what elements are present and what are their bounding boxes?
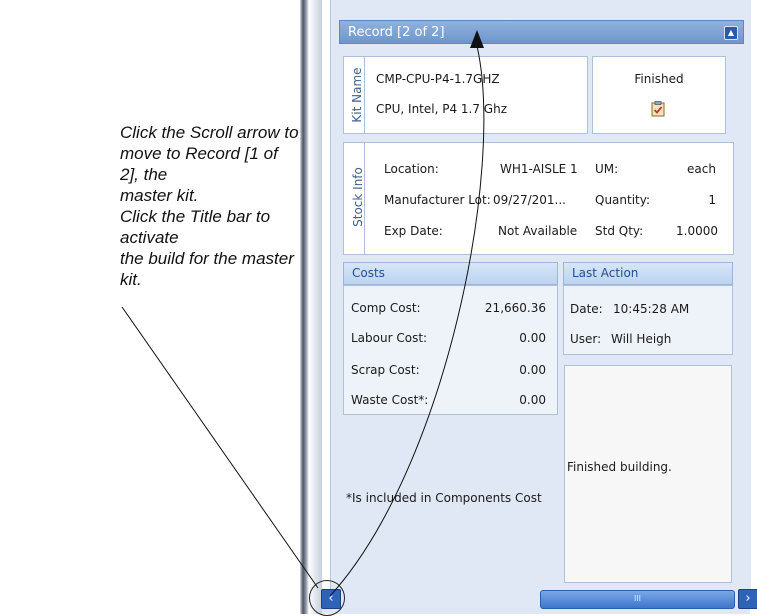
- callout-pointer-line: [121, 306, 319, 589]
- callout-arrowhead: [470, 30, 484, 48]
- callout-overlay: [121, 30, 485, 597]
- callout-arrow-path: [329, 45, 485, 597]
